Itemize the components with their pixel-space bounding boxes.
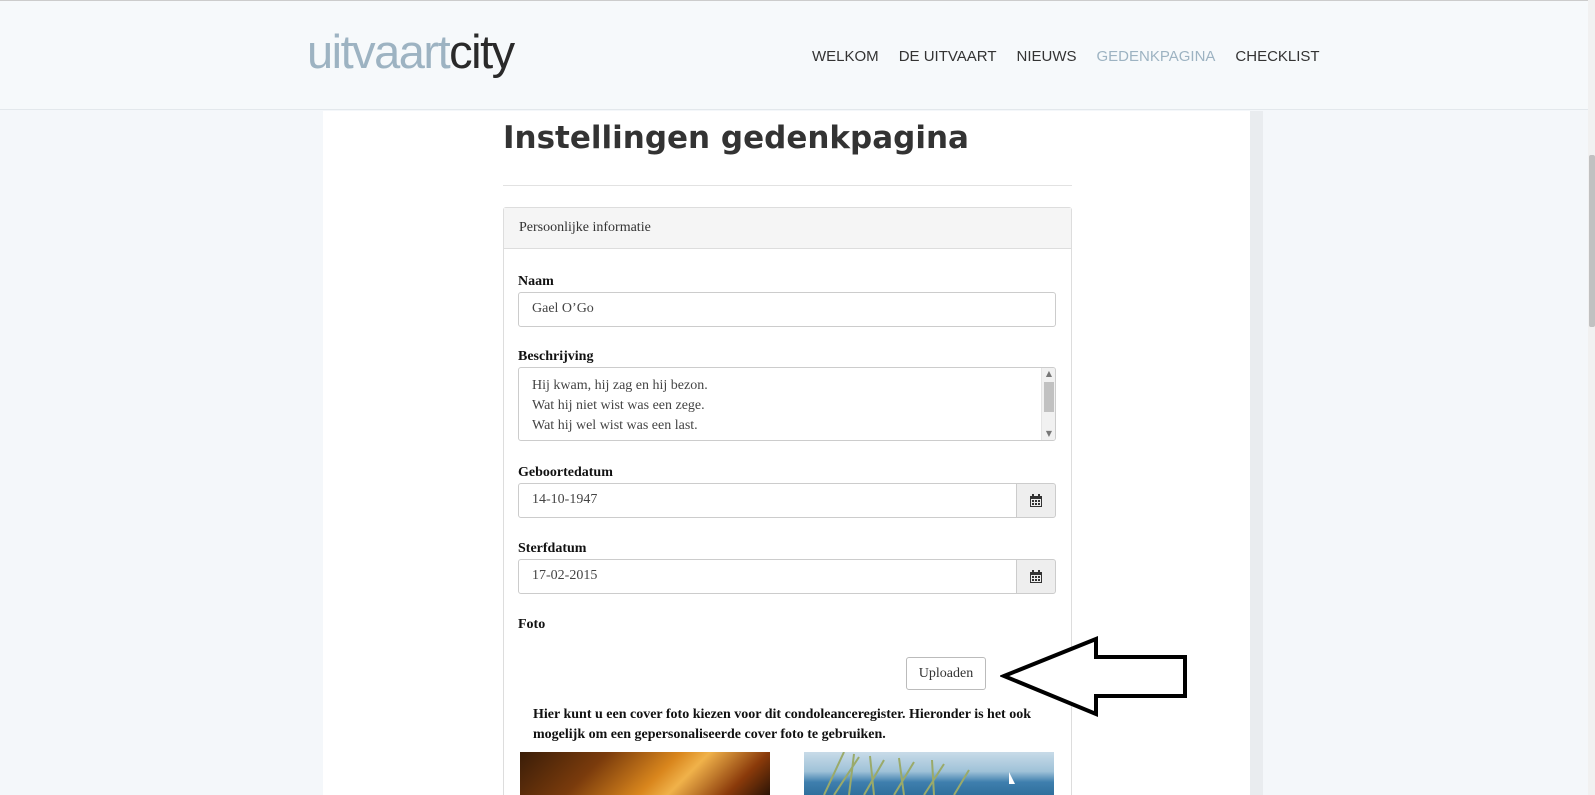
page-scrollbar[interactable] <box>1588 0 1595 795</box>
description-textarea[interactable]: Hij kwam, hij zag en hij bezon. Wat hij … <box>518 367 1056 441</box>
calendar-icon <box>1030 569 1042 583</box>
nav-item-gedenkpagina[interactable]: GEDENKPAGINA <box>1096 48 1215 65</box>
scroll-up-icon[interactable]: ▲ <box>1042 368 1055 380</box>
death-date-calendar-button[interactable] <box>1016 559 1056 594</box>
death-date-field[interactable]: 17-02-2015 <box>518 559 1017 594</box>
textarea-scroll-thumb[interactable] <box>1044 382 1054 412</box>
description-line: Hij kwam, hij zag en hij bezon. <box>532 378 708 393</box>
nav-item-welkom[interactable]: WELKOM <box>812 48 879 65</box>
nav-item-de-uitvaart[interactable]: DE UITVAART <box>899 48 997 65</box>
page-scroll-thumb[interactable] <box>1589 155 1595 327</box>
scroll-down-icon[interactable]: ▼ <box>1042 428 1055 440</box>
upload-button[interactable]: Uploaden <box>906 657 986 690</box>
birth-date-calendar-button[interactable] <box>1016 483 1056 518</box>
cover-photo-option-autumn[interactable] <box>520 752 770 795</box>
main-nav: WELKOM DE UITVAART NIEUWS GEDENKPAGINA C… <box>812 48 1320 65</box>
description-line: Wat hij niet wist was een zege. <box>532 398 705 413</box>
name-label: Naam <box>518 274 554 289</box>
content-panel-edge <box>1250 111 1263 795</box>
description-label: Beschrijving <box>518 349 594 364</box>
logo-part-1: uitvaart <box>307 25 451 78</box>
nav-item-nieuws[interactable]: NIEUWS <box>1016 48 1076 65</box>
site-header: uitvaartcity WELKOM DE UITVAART NIEUWS G… <box>0 0 1588 110</box>
name-field[interactable]: Gael O’Go <box>518 292 1056 327</box>
calendar-icon <box>1030 493 1042 507</box>
birth-date-field[interactable]: 14-10-1947 <box>518 483 1017 518</box>
beach-grass-image <box>823 752 1015 795</box>
site-logo[interactable]: uitvaartcity <box>307 23 515 81</box>
cover-photo-help-text: Hier kunt u een cover foto kiezen voor d… <box>533 707 1031 742</box>
page-title: Instellingen gedenkpagina <box>503 120 969 156</box>
description-line: Wat hij wel wist was een last. <box>532 418 698 433</box>
card-heading: Persoonlijke informatie <box>504 208 1071 249</box>
cover-photo-option-beach[interactable] <box>804 752 1054 795</box>
logo-part-2: city <box>449 25 515 78</box>
nav-item-checklist[interactable]: CHECKLIST <box>1235 48 1319 65</box>
textarea-scrollbar[interactable]: ▲ ▼ <box>1041 368 1055 440</box>
title-divider <box>503 185 1072 186</box>
photo-label: Foto <box>518 617 546 632</box>
death-date-label: Sterfdatum <box>518 541 587 556</box>
birth-date-label: Geboortedatum <box>518 465 613 480</box>
